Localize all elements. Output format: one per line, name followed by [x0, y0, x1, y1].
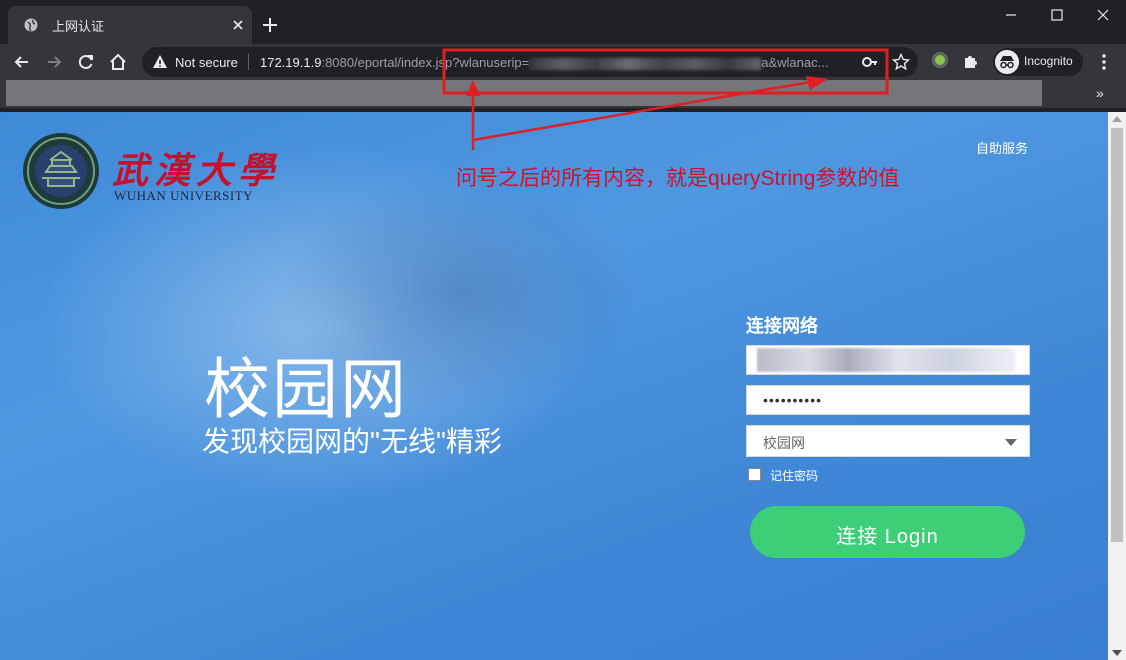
url-blurred: [529, 57, 762, 70]
key-icon[interactable]: [862, 55, 878, 69]
password-field[interactable]: ••••••••••: [746, 385, 1030, 415]
network-select[interactable]: 校园网: [746, 425, 1030, 457]
warning-icon[interactable]: [152, 54, 168, 70]
tab-close-icon[interactable]: [230, 17, 246, 33]
username-field[interactable]: [746, 345, 1030, 375]
login-button-label: 连接 Login: [836, 526, 939, 548]
scrollbar-thumb[interactable]: [1111, 128, 1123, 542]
remember-password-checkbox[interactable]: [748, 468, 761, 481]
page-scrollbar[interactable]: [1108, 112, 1126, 660]
chevron-down-icon: [1005, 439, 1017, 446]
username-redacted: [757, 348, 1015, 372]
url-host: 172.19.1.9: [260, 55, 322, 70]
address-bar[interactable]: Not secure 172.19.1.9:8080/eportal/index…: [142, 47, 918, 77]
incognito-label: Incognito: [1024, 54, 1073, 68]
bookmarks-more-button[interactable]: »: [1096, 85, 1104, 101]
tab-strip: 上网认证: [0, 0, 1126, 44]
remember-password-label[interactable]: 记住密码: [770, 467, 818, 484]
address-separator: [248, 54, 249, 70]
bookmarks-bar: »: [0, 80, 1126, 108]
reload-icon[interactable]: [76, 52, 96, 72]
login-button[interactable]: 连接 Login: [750, 506, 1025, 558]
university-name-cn: 武漢大學: [112, 150, 281, 192]
window-close-icon[interactable]: [1080, 0, 1126, 30]
extension-icon[interactable]: [932, 52, 948, 68]
url-path: :8080/eportal/index.jsp?wlanuserip=: [321, 55, 530, 70]
security-label[interactable]: Not secure: [175, 55, 238, 70]
password-value: ••••••••••: [763, 392, 823, 408]
scroll-down-icon[interactable]: [1112, 650, 1122, 656]
forward-icon[interactable]: [44, 52, 64, 72]
back-icon[interactable]: [12, 52, 32, 72]
scroll-up-icon[interactable]: [1112, 116, 1122, 122]
incognito-icon: [995, 50, 1019, 74]
menu-icon[interactable]: [1096, 52, 1112, 72]
tab-title: 上网认证: [52, 20, 105, 35]
new-tab-icon[interactable]: [260, 15, 280, 35]
extensions-puzzle-icon[interactable]: [962, 52, 980, 70]
globe-icon: [24, 18, 38, 32]
portal-page: 武漢大學 WUHAN UNIVERSITY 自助服务 问号之后的所有内容，就是q…: [0, 112, 1108, 660]
browser-tab[interactable]: 上网认证: [8, 6, 252, 44]
bookmarks-redacted: [6, 80, 1042, 106]
browser-window: 上网认证 Not secure 172.19.1.9:8080/eportal/…: [0, 0, 1126, 660]
url-text[interactable]: 172.19.1.9:8080/eportal/index.jsp?wlanus…: [260, 55, 828, 70]
network-selected-value: 校园网: [763, 435, 805, 451]
maximize-icon[interactable]: [1034, 0, 1080, 30]
home-icon[interactable]: [108, 52, 128, 72]
url-tail: a&wlanac...: [761, 55, 829, 70]
browser-toolbar: Not secure 172.19.1.9:8080/eportal/index…: [0, 44, 1126, 80]
login-form-heading: 连接网络: [746, 316, 818, 336]
university-seal-icon: [23, 133, 99, 209]
self-service-link[interactable]: 自助服务: [976, 138, 1028, 157]
university-name-en: WUHAN UNIVERSITY: [114, 188, 254, 203]
minimize-icon[interactable]: [988, 0, 1034, 30]
incognito-indicator[interactable]: Incognito: [993, 48, 1083, 76]
bookmark-star-icon[interactable]: [892, 53, 910, 71]
hero-title: 校园网: [204, 352, 408, 426]
annotation-text: 问号之后的所有内容，就是queryString参数的值: [456, 167, 900, 190]
hero-subtitle: 发现校园网的"无线"精彩: [202, 426, 502, 457]
